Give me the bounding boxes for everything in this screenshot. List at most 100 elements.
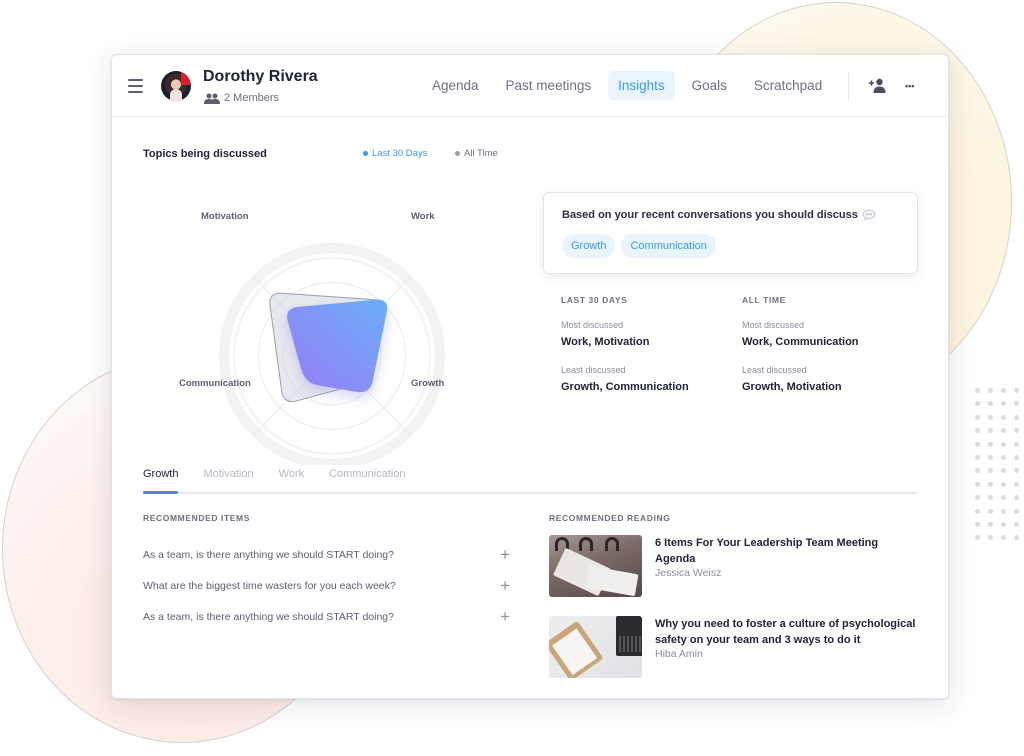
recommended-reading-heading: RECOMMENDED READING: [549, 513, 671, 523]
tab-growth[interactable]: Growth: [143, 467, 179, 494]
decorative-dot: [1014, 441, 1019, 447]
radar-chart: Motivation Work Communication Growth: [167, 195, 497, 469]
decorative-dot: [1014, 535, 1019, 541]
recommended-items-heading: RECOMMENDED ITEMS: [143, 513, 251, 523]
least-discussed-label: Least discussed: [742, 365, 807, 375]
radar-svg: [219, 243, 445, 469]
topics-title: Topics being discussed: [143, 148, 267, 160]
decorative-dot: [1014, 521, 1019, 527]
decorative-dot: [1014, 495, 1019, 501]
meeting-window: Dorothy Rivera 2 Members Agenda Past mee…: [111, 54, 949, 699]
most-discussed-label: Most discussed: [561, 320, 624, 330]
list-item: As a team, is there anything we should S…: [143, 539, 513, 570]
add-item-icon[interactable]: +: [500, 576, 510, 596]
decorative-dot: [1001, 495, 1006, 501]
legend-label: Last 30 Days: [372, 148, 428, 159]
legend-last-30-days[interactable]: Last 30 Days: [363, 148, 427, 159]
chip-growth[interactable]: Growth: [562, 234, 616, 258]
article-text: 6 Items For Your Leadership Team Meeting…: [655, 535, 919, 597]
members-icon: [204, 93, 220, 104]
decorative-dot: [988, 401, 993, 407]
item-text: What are the biggest time wasters for yo…: [143, 579, 396, 592]
add-member-icon[interactable]: [868, 78, 886, 93]
item-text: As a team, is there anything we should S…: [143, 548, 394, 561]
decorative-dot: [1014, 428, 1019, 434]
suggestion-card: Based on your recent conversations you s…: [543, 192, 918, 274]
decorative-dot: [1001, 468, 1006, 474]
decorative-dot: [988, 454, 993, 460]
hamburger-menu-icon[interactable]: [128, 79, 143, 93]
decorative-dot: [1001, 388, 1006, 393]
item-text: As a team, is there anything we should S…: [143, 610, 394, 623]
nav-agenda[interactable]: Agenda: [422, 71, 489, 100]
article-author: Hiba Amin: [655, 648, 703, 660]
list-item: As a team, is there anything we should S…: [143, 601, 513, 632]
axis-label-growth: Growth: [411, 378, 445, 389]
decorative-dot: [988, 388, 993, 393]
article-item: Why you need to foster a culture of psyc…: [549, 616, 919, 678]
chat-bubble-icon: [862, 209, 876, 221]
decorative-dot: [1001, 401, 1006, 407]
tab-motivation[interactable]: Motivation: [203, 467, 253, 492]
chip-communication[interactable]: Communication: [621, 234, 716, 258]
recommended-items-list: As a team, is there anything we should S…: [143, 539, 513, 632]
most-discussed-value: Work, Motivation: [561, 336, 650, 348]
avatar[interactable]: [161, 71, 191, 101]
page-title: Dorothy Rivera: [203, 68, 318, 85]
legend-label: All Time: [464, 148, 498, 159]
nav-insights[interactable]: Insights: [608, 71, 675, 100]
decorative-dot: [975, 535, 980, 541]
decorative-dot: [975, 468, 980, 474]
decorative-dot: [988, 508, 993, 514]
decorative-dot: [1001, 441, 1006, 447]
decorative-dot: [975, 521, 980, 527]
decorative-dot: [975, 414, 980, 420]
legend-all-time[interactable]: All Time: [455, 148, 498, 159]
more-options-icon[interactable]: •••: [905, 81, 914, 91]
article-title[interactable]: Why you need to foster a culture of psyc…: [655, 616, 919, 648]
decorative-dot: [1014, 481, 1019, 487]
decorative-dot: [1001, 481, 1006, 487]
decorative-dot: [988, 414, 993, 420]
legend-dot-gray: [455, 151, 460, 156]
nav-goals[interactable]: Goals: [682, 71, 737, 100]
add-item-icon[interactable]: +: [500, 545, 510, 565]
article-thumbnail[interactable]: [549, 535, 642, 597]
nav-past-meetings[interactable]: Past meetings: [496, 71, 602, 100]
decorative-dot: [988, 441, 993, 447]
members-count[interactable]: 2 Members: [204, 92, 279, 104]
suggestion-chips: Growth Communication: [562, 234, 716, 258]
decorative-dot: [975, 441, 980, 447]
decorative-dot: [988, 521, 993, 527]
axis-label-work: Work: [411, 211, 435, 222]
decorative-dot: [1001, 454, 1006, 460]
decorative-dot: [975, 454, 980, 460]
least-discussed-value: Growth, Communication: [561, 381, 689, 393]
article-author: Jessica Weisz: [655, 567, 722, 579]
decorative-dot-grid: [975, 388, 1024, 548]
stats-all-time: ALL TIME Most discussed Work, Communicat…: [742, 295, 912, 393]
add-item-icon[interactable]: +: [500, 607, 510, 627]
least-discussed-value: Growth, Motivation: [742, 381, 842, 393]
decorative-dot: [975, 481, 980, 487]
header: Dorothy Rivera 2 Members Agenda Past mee…: [112, 55, 948, 117]
article-text: Why you need to foster a culture of psyc…: [655, 616, 919, 678]
decorative-dot: [988, 495, 993, 501]
article-thumbnail[interactable]: [549, 616, 642, 678]
stats-heading: LAST 30 DAYS: [561, 295, 628, 305]
decorative-dot: [975, 388, 980, 393]
tab-communication[interactable]: Communication: [329, 467, 405, 492]
decorative-dot: [975, 428, 980, 434]
tab-work[interactable]: Work: [279, 467, 304, 492]
decorative-dot: [975, 495, 980, 501]
article-title[interactable]: 6 Items For Your Leadership Team Meeting…: [655, 535, 919, 567]
decorative-dot: [988, 468, 993, 474]
decorative-dot: [1014, 414, 1019, 420]
topic-tabs: Growth Motivation Work Communication: [143, 467, 917, 494]
decorative-dot: [1014, 401, 1019, 407]
decorative-dot: [988, 428, 993, 434]
suggestion-text: Based on your recent conversations you s…: [562, 209, 858, 221]
decorative-dot: [1001, 535, 1006, 541]
nav-scratchpad[interactable]: Scratchpad: [744, 71, 832, 100]
members-label: 2 Members: [224, 92, 280, 104]
